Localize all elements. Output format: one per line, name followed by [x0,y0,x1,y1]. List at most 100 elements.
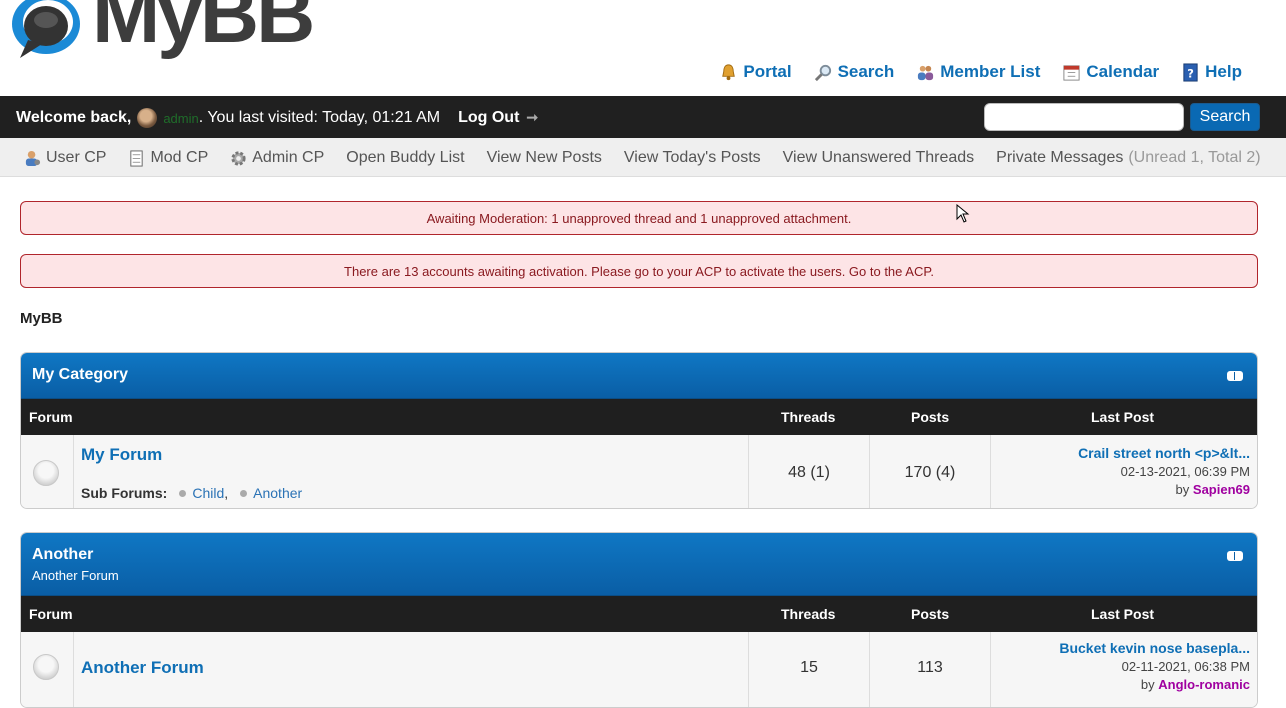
table-header: Forum Threads Posts Last Post [21,596,1257,632]
threads-count: 48 (1) [788,464,830,481]
subforum-list: Sub Forums: Child, Another [81,485,303,501]
collapse-toggle-icon[interactable] [1227,551,1243,561]
magnifier-icon [814,64,831,81]
last-post-date: 02-11-2021, 06:38 PM [1121,659,1250,674]
category-title[interactable]: My Category [32,366,128,384]
gear-icon [231,150,246,166]
site-header: MyBB Portal Search Member List Calendar … [0,0,1286,96]
admin-cp-link[interactable]: Admin CP [230,149,324,167]
todays-posts-link[interactable]: View Today's Posts [624,149,761,167]
mybb-logo[interactable]: MyBB [10,0,315,74]
members-icon [918,65,934,80]
collapse-toggle-icon[interactable] [1227,371,1243,381]
help-label: Help [1205,62,1242,81]
last-post-title-link[interactable]: Bucket kevin nose basepla... [1059,640,1250,656]
panel-links: User CP Mod CP Admin CP Open Buddy List … [24,149,1261,167]
buddy-list-link[interactable]: Open Buddy List [346,149,464,167]
threads-column-header: Threads [781,606,836,622]
posts-cell: 170 (4) [869,435,990,508]
calendar-label: Calendar [1086,62,1160,81]
unanswered-threads-link[interactable]: View Unanswered Threads [783,149,975,167]
category-header: Another Another Forum [21,533,1257,596]
logout-label: Log Out [458,109,520,126]
welcome-prefix: Welcome back, [16,109,132,126]
forum-status-cell [21,632,74,707]
forum-status-icon [33,654,59,680]
new-posts-link[interactable]: View New Posts [487,149,602,167]
search-button[interactable]: Search [1190,103,1260,131]
mod-cp-label: Mod CP [150,149,209,166]
logout-arrow-icon: ➞ [526,109,539,125]
table-row: My Forum Sub Forums: Child, Another 48 (1)… [21,435,1257,508]
category-another: Another Another Forum Forum Threads Post… [20,532,1258,708]
mod-cp-link[interactable]: Mod CP [128,149,208,167]
username-link[interactable]: admin [163,111,198,126]
last-post-user-link[interactable]: Sapien69 [1193,482,1250,497]
search-input[interactable] [984,103,1184,131]
subforum-link-child[interactable]: Child [192,485,224,501]
member-list-label: Member List [940,62,1041,81]
last-post-by: by [1175,482,1190,497]
moderation-alert[interactable]: Awaiting Moderation: 1 unapproved thread… [20,201,1258,235]
welcome-bar: Welcome back, admin . You last visited: … [0,96,1286,138]
subforum-dot-icon [179,490,187,497]
calendar-icon [1063,64,1080,81]
member-list-link[interactable]: Member List [916,62,1040,82]
table-row: Another Forum 15 113 Bucket kevin nose b… [21,632,1257,707]
admin-cp-label: Admin CP [252,149,325,166]
subforum-link-another[interactable]: Another [253,485,302,501]
bell-icon [722,63,736,80]
posts-count: 170 (4) [904,464,956,481]
threads-cell: 15 [748,632,869,707]
mod-cp-icon [130,149,144,167]
logout-link[interactable]: Log Out ➞ [458,109,538,127]
private-messages-label: Private Messages [996,149,1124,166]
last-visit-text: . You last visited: Today, 01:21 AM [198,109,441,126]
forum-link[interactable]: My Forum [81,445,162,465]
activation-alert[interactable]: There are 13 accounts awaiting activatio… [20,254,1258,288]
user-cp-label: User CP [46,149,107,166]
svg-text:?: ? [1187,66,1194,80]
help-book-icon: ? [1183,62,1198,82]
category-description: Another Forum [32,568,119,583]
user-cp-link[interactable]: User CP [24,149,106,167]
category-title[interactable]: Another [32,546,93,564]
search-link[interactable]: Search [814,62,895,82]
last-post-user-link[interactable]: Anglo-romanic [1158,677,1250,692]
threads-count: 15 [800,659,818,676]
search-label: Search [837,62,895,81]
user-cp-icon [25,150,41,166]
last-post-cell: Crail street north <p>&lt... 02-13-2021,… [990,435,1257,508]
portal-label: Portal [743,62,792,81]
category-my-category: My Category Forum Threads Posts Last Pos… [20,352,1258,509]
last-post-column-header: Last Post [1091,409,1155,425]
posts-count: 113 [917,659,943,676]
threads-cell: 48 (1) [748,435,869,508]
forum-column-header: Forum [29,409,73,425]
logo-text: MyBB [92,0,315,60]
forum-link[interactable]: Another Forum [81,658,204,678]
subforums-label: Sub Forums: [81,485,168,501]
last-post-date: 02-13-2021, 06:39 PM [1120,464,1250,479]
pm-stats: (Unread 1, Total 2) [1128,149,1261,166]
subforum-dot-icon [240,490,248,497]
private-messages-link[interactable]: Private Messages (Unread 1, Total 2) [996,149,1260,167]
help-link[interactable]: ? Help [1181,62,1242,82]
activation-alert-text: There are 13 accounts awaiting activatio… [344,264,934,279]
breadcrumb[interactable]: MyBB [20,310,63,327]
category-header: My Category [21,353,1257,399]
posts-cell: 113 [869,632,990,707]
threads-column-header: Threads [781,409,836,425]
forum-status-icon [33,460,59,486]
last-post-by: by [1140,677,1155,692]
welcome-text: Welcome back, admin . You last visited: … [16,108,538,128]
portal-link[interactable]: Portal [719,62,792,82]
last-post-cell: Bucket kevin nose basepla... 02-11-2021,… [990,632,1257,707]
last-post-title-link[interactable]: Crail street north <p>&lt... [1078,445,1250,461]
posts-column-header: Posts [911,606,950,622]
calendar-link[interactable]: Calendar [1062,62,1159,82]
avatar[interactable] [137,108,158,128]
posts-column-header: Posts [911,409,950,425]
user-panel: User CP Mod CP Admin CP Open Buddy List … [0,138,1286,177]
mouse-cursor-icon [956,204,970,223]
